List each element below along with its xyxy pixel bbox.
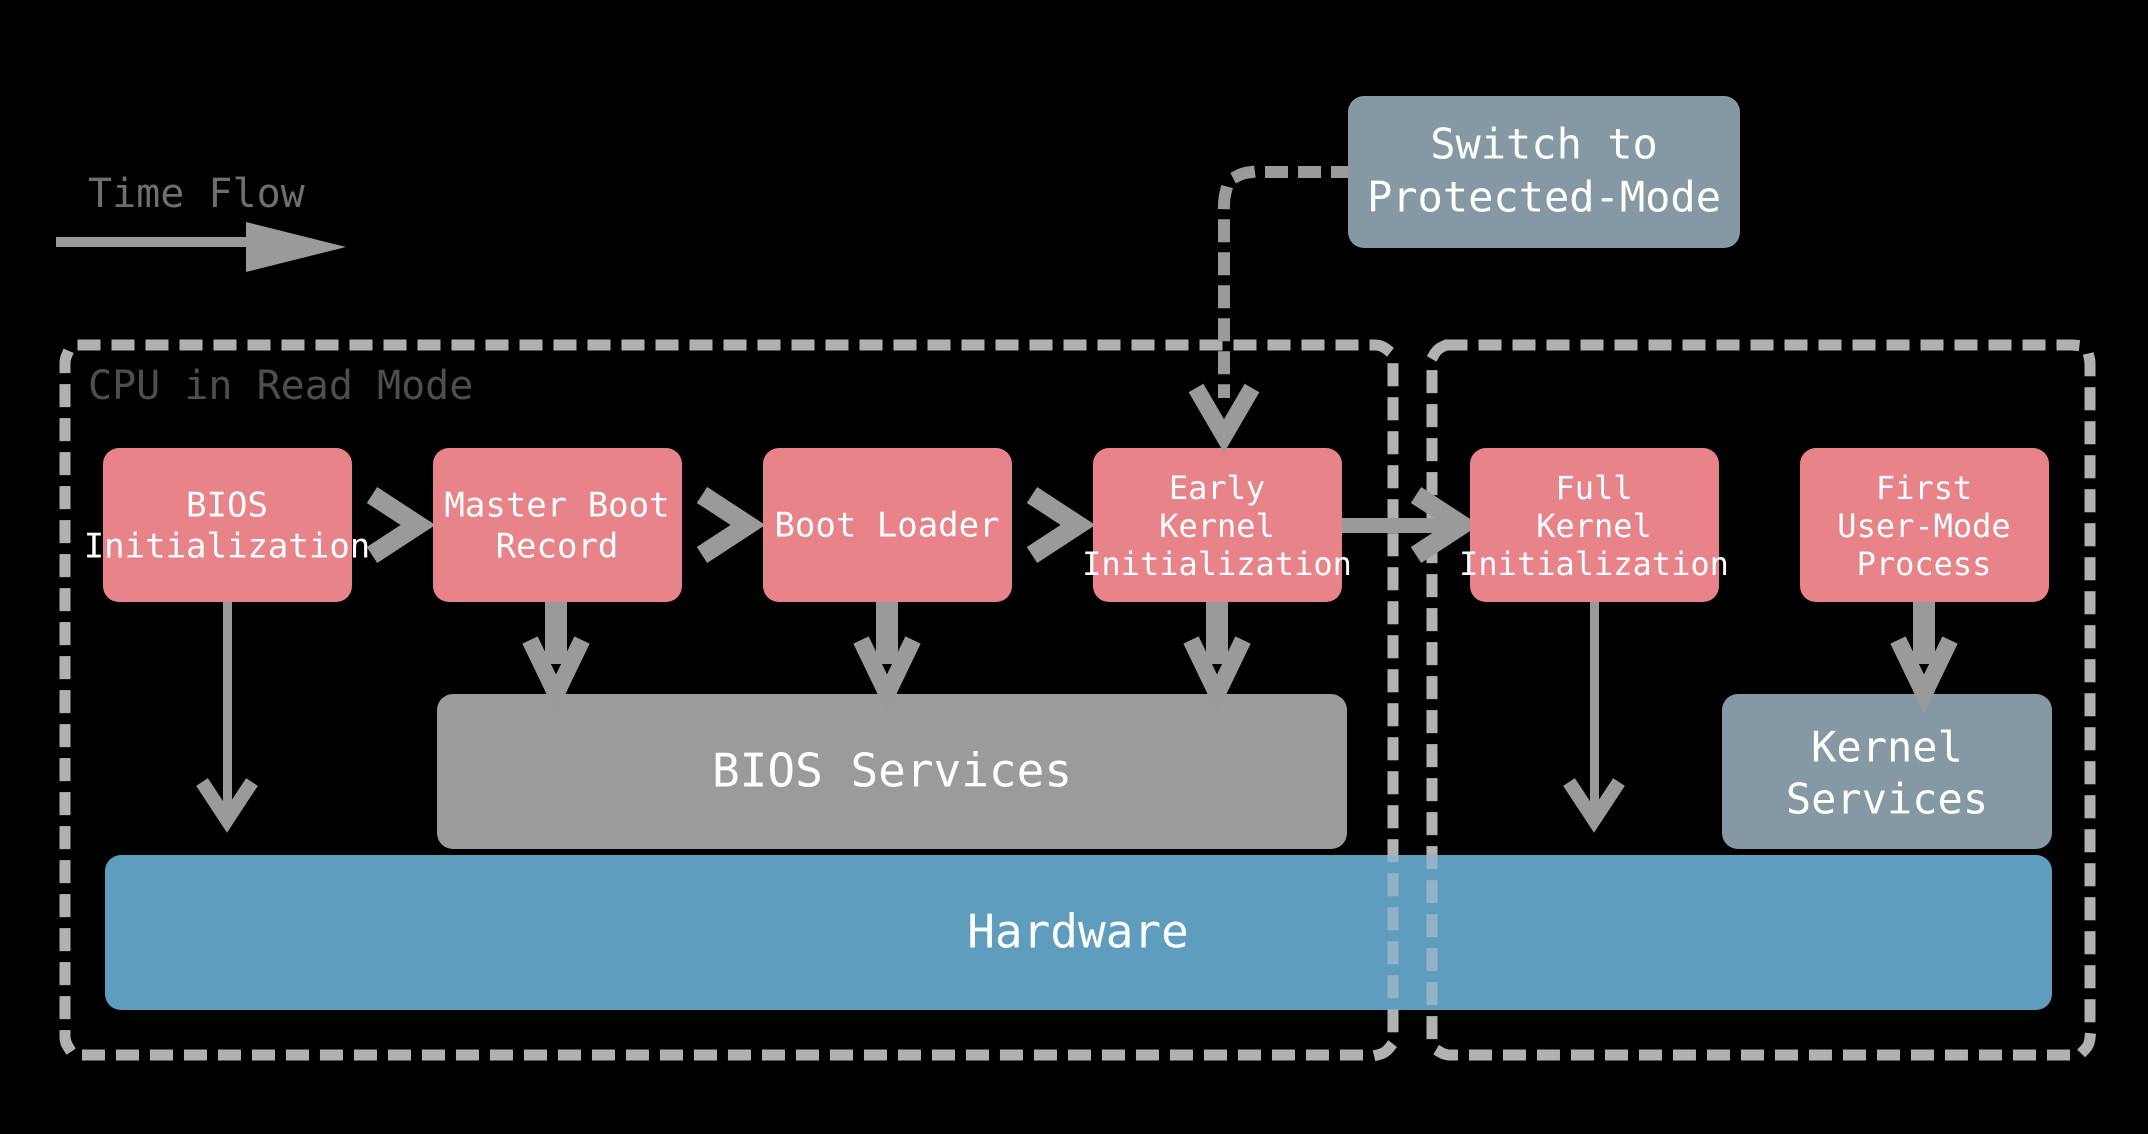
stage-full-kernel-line1: Full	[1555, 469, 1632, 507]
stage-early-kernel-line3: Initialization	[1082, 545, 1352, 583]
stage-mbr-line1: Master Boot	[444, 486, 669, 526]
layer-bios-services[interactable]: BIOS Services	[437, 694, 1347, 849]
kernel-services-label-line2: Services	[1786, 775, 1988, 824]
arrow-first-process-to-kernel-services	[1890, 602, 1958, 714]
arrow-early-to-full	[1342, 487, 1480, 563]
stage-mbr-line2: Record	[496, 527, 619, 567]
diagram-canvas: Time Flow CPU in Read Mode Hardware BIOS…	[0, 0, 2148, 1134]
hardware-label: Hardware	[967, 905, 1189, 959]
arrow-bios-init-to-hardware	[196, 602, 258, 833]
arrow-early-kernel-to-bios-services	[1183, 602, 1251, 714]
stage-first-process-line1: First	[1876, 469, 1972, 507]
layer-hardware[interactable]: Hardware	[105, 855, 2052, 1010]
stage-early-kernel-line2: Kernel	[1159, 507, 1275, 545]
time-flow-arrow	[56, 222, 346, 272]
callout-switch-line1: Switch to	[1430, 120, 1658, 169]
kernel-services-box[interactable]	[1722, 694, 2052, 849]
container-real-mode-title: CPU in Read Mode	[88, 363, 473, 409]
layer-kernel-services[interactable]: Kernel Services	[1722, 694, 2052, 849]
stage-master-boot-record[interactable]: Master Boot Record	[433, 448, 682, 602]
arrow-bootloader-to-bios-services	[853, 602, 921, 714]
stage-first-process-line3: Process	[1857, 545, 1992, 583]
arrow-bios-to-mbr	[366, 487, 436, 563]
kernel-services-label-line1: Kernel	[1811, 723, 1963, 772]
stage-early-kernel-line1: Early	[1169, 469, 1265, 507]
stage-boot-loader[interactable]: Boot Loader	[763, 448, 1012, 602]
stage-boot-loader-line1: Boot Loader	[774, 506, 999, 546]
stage-full-kernel-line2: Kernel	[1536, 507, 1652, 545]
stage-first-process-line2: User-Mode	[1837, 507, 2010, 545]
time-flow-legend: Time Flow	[56, 171, 346, 272]
arrow-bootloader-to-early	[1026, 487, 1096, 563]
diagram-svg: Time Flow CPU in Read Mode Hardware BIOS…	[56, 96, 2096, 1061]
bios-services-label: BIOS Services	[712, 744, 1072, 798]
stage-full-kernel-init[interactable]: Full Kernel Initialization	[1459, 448, 1729, 602]
callout-switch-to-protected-mode[interactable]: Switch to Protected-Mode	[1348, 96, 1740, 248]
dotted-connector-path	[1218, 166, 1354, 398]
stage-full-kernel-line3: Initialization	[1459, 545, 1729, 583]
stage-bios-init-line2: Initialization	[84, 527, 371, 567]
callout-switch-line2: Protected-Mode	[1367, 173, 1721, 222]
stage-bios-init[interactable]: BIOS Initialization	[84, 448, 371, 602]
arrow-full-kernel-to-hardware	[1563, 602, 1625, 833]
dotted-connector-switch-to-early-kernel	[1188, 166, 1354, 453]
stage-first-user-process[interactable]: First User-Mode Process	[1800, 448, 2049, 602]
time-flow-label: Time Flow	[88, 171, 306, 217]
stage-early-kernel-init[interactable]: Early Kernel Initialization	[1082, 448, 1352, 602]
stage-bios-init-line1: BIOS	[186, 486, 268, 526]
arrow-mbr-to-bios-services	[522, 602, 590, 714]
arrow-mbr-to-bootloader	[696, 487, 766, 563]
